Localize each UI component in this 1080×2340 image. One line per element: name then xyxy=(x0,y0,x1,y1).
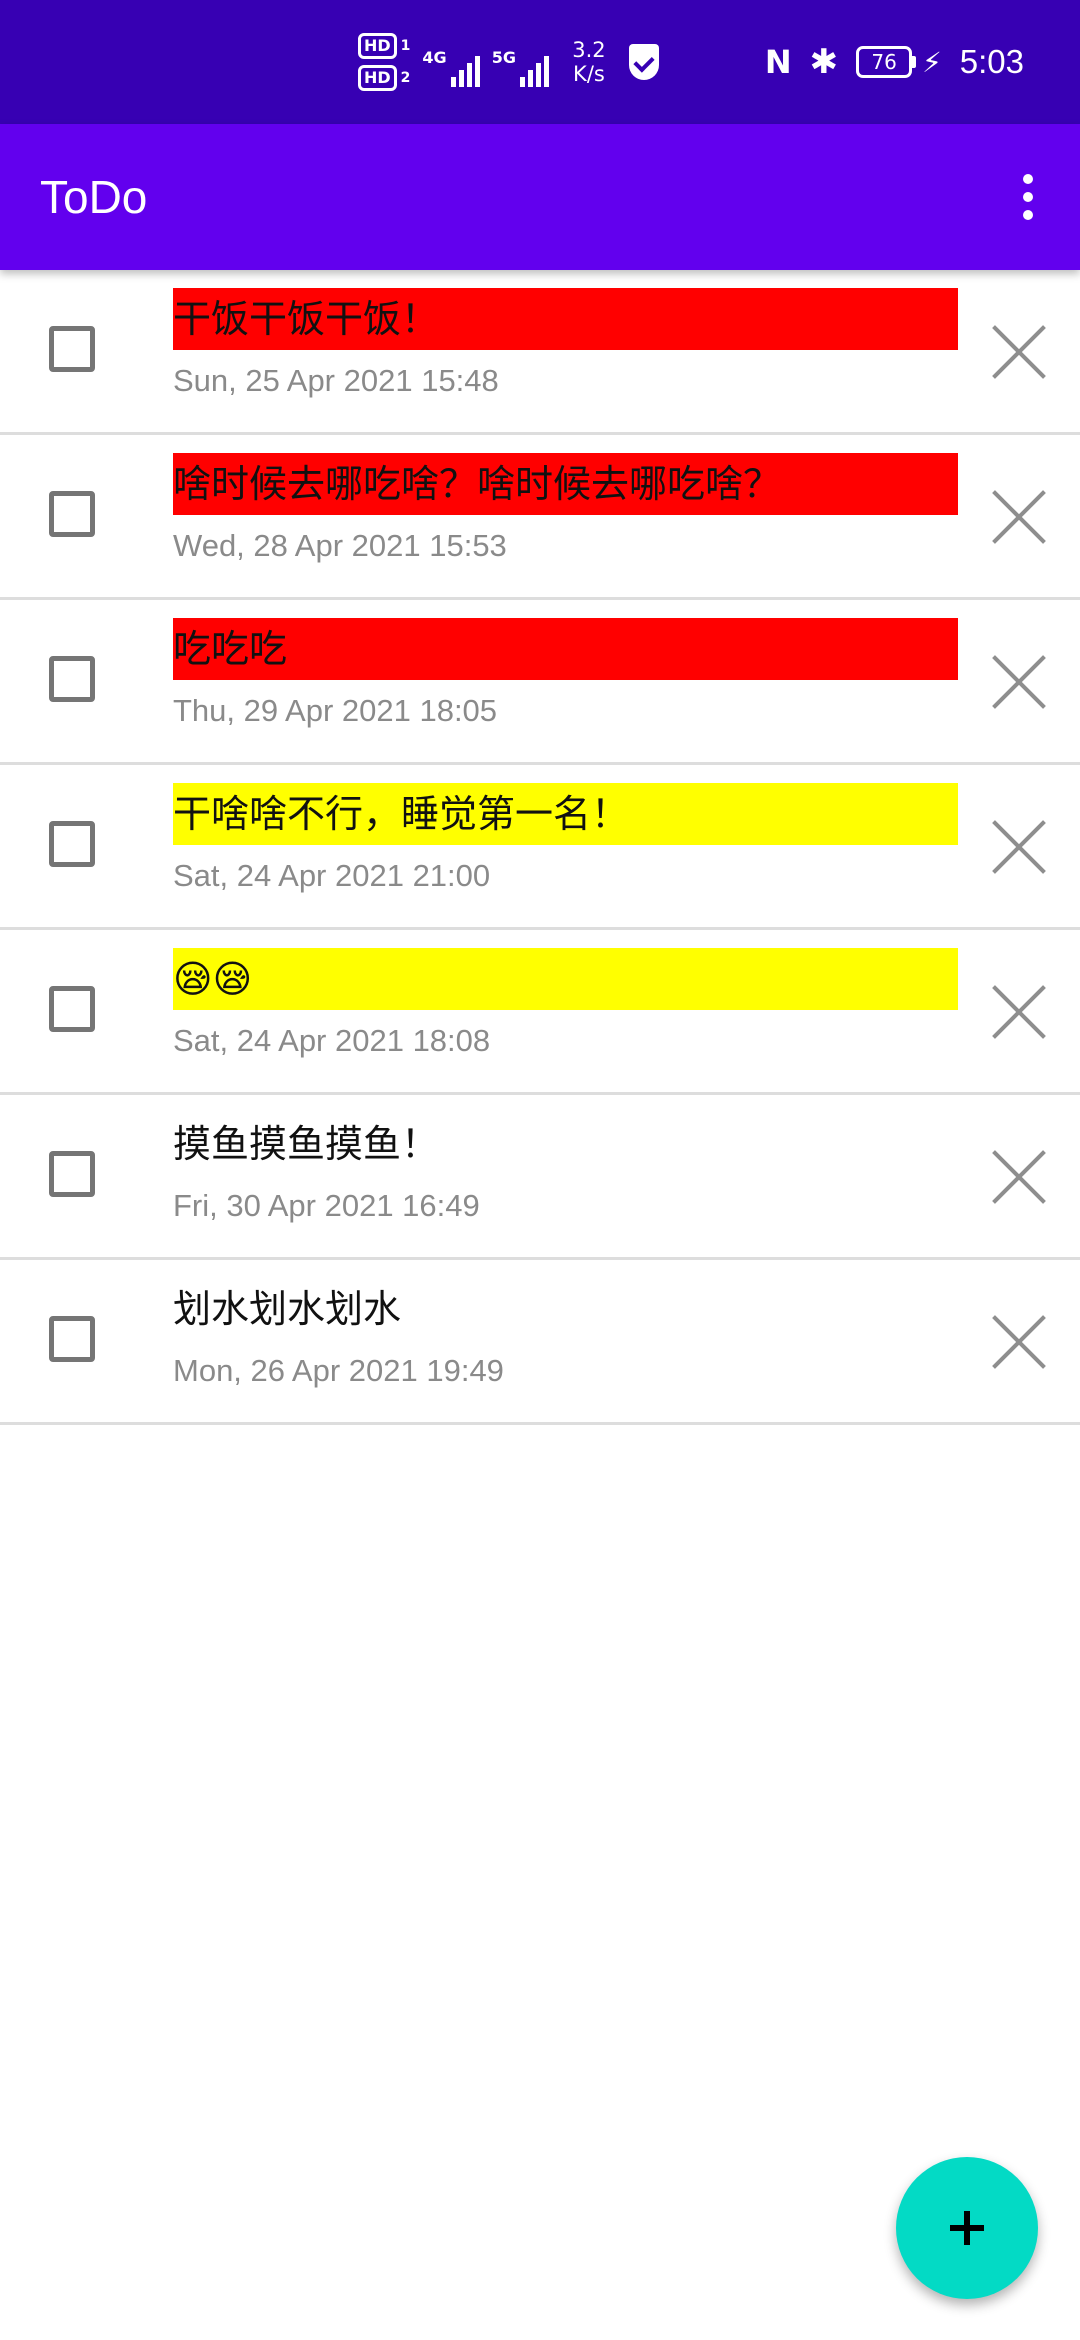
todo-item[interactable]: 😪😪 Sat, 24 Apr 2021 18:08 xyxy=(0,930,1080,1095)
todo-text: 干饭干饭干饭！ xyxy=(173,288,958,350)
more-vert-icon[interactable] xyxy=(998,167,1058,227)
status-right-group: N ✱ 76 ⚡ 5:03 xyxy=(765,0,1024,124)
speed-value: 3.2 xyxy=(572,38,606,62)
close-icon[interactable] xyxy=(989,487,1049,547)
signal-bars-2 xyxy=(519,53,549,87)
close-icon[interactable] xyxy=(989,817,1049,877)
todo-checkbox[interactable] xyxy=(49,656,95,702)
signal-icon-sim1: 4G xyxy=(422,37,480,87)
todo-content: 划水划水划水 Mon, 26 Apr 2021 19:49 xyxy=(173,1278,958,1390)
todo-checkbox[interactable] xyxy=(49,821,95,867)
app-bar: ToDo xyxy=(0,124,1080,270)
signal-icon-sim2: 5G xyxy=(492,37,549,87)
close-icon[interactable] xyxy=(989,1312,1049,1372)
todo-checkbox[interactable] xyxy=(49,326,95,372)
todo-text: 吃吃吃 xyxy=(173,618,958,680)
todo-item[interactable]: 摸鱼摸鱼摸鱼！ Fri, 30 Apr 2021 16:49 xyxy=(0,1095,1080,1260)
todo-date: Fri, 30 Apr 2021 16:49 xyxy=(173,1188,480,1223)
close-icon[interactable] xyxy=(989,322,1049,382)
signal-bars-1 xyxy=(450,53,480,87)
status-left-group: HD 1 HD 2 4G 5G 3.2 K/s xyxy=(358,0,659,124)
todo-checkbox[interactable] xyxy=(49,1151,95,1197)
add-todo-button[interactable] xyxy=(896,2157,1038,2299)
todo-list: 干饭干饭干饭！ Sun, 25 Apr 2021 15:48 啥时候去哪吃啥？啥… xyxy=(0,270,1080,1425)
todo-checkbox[interactable] xyxy=(49,491,95,537)
app-title: ToDo xyxy=(40,171,148,223)
todo-date: Thu, 29 Apr 2021 18:05 xyxy=(173,693,498,728)
bluetooth-icon: ✱ xyxy=(809,42,839,82)
network-type-2: 5G xyxy=(491,48,516,67)
network-speed: 3.2 K/s xyxy=(561,38,617,86)
charging-icon: ⚡ xyxy=(922,45,942,79)
battery-icon: 76 ⚡ xyxy=(856,46,942,79)
hd-badge-2: HD xyxy=(358,65,397,91)
todo-date: Sat, 24 Apr 2021 21:00 xyxy=(173,858,491,893)
status-bar: HD 1 HD 2 4G 5G 3.2 K/s N ✱ 76 ⚡ 5:03 xyxy=(0,0,1080,124)
hd-sub-2: 2 xyxy=(400,70,411,86)
hd-badge-1: HD xyxy=(358,33,397,59)
todo-content: 干饭干饭干饭！ Sun, 25 Apr 2021 15:48 xyxy=(173,288,958,400)
todo-text: 划水划水划水 xyxy=(173,1278,958,1340)
todo-item[interactable]: 干啥啥不行，睡觉第一名！ Sat, 24 Apr 2021 21:00 xyxy=(0,765,1080,930)
todo-item[interactable]: 啥时候去哪吃啥？啥时候去哪吃啥？ Wed, 28 Apr 2021 15:53 xyxy=(0,435,1080,600)
todo-item[interactable]: 吃吃吃 Thu, 29 Apr 2021 18:05 xyxy=(0,600,1080,765)
todo-text: 摸鱼摸鱼摸鱼！ xyxy=(173,1113,958,1175)
close-icon[interactable] xyxy=(989,652,1049,712)
todo-content: 摸鱼摸鱼摸鱼！ Fri, 30 Apr 2021 16:49 xyxy=(173,1113,958,1225)
todo-checkbox[interactable] xyxy=(49,1316,95,1362)
todo-text: 😪😪 xyxy=(173,948,958,1010)
todo-content: 😪😪 Sat, 24 Apr 2021 18:08 xyxy=(173,948,958,1060)
todo-date: Sat, 24 Apr 2021 18:08 xyxy=(173,1023,491,1058)
close-icon[interactable] xyxy=(989,1147,1049,1207)
hd-icon: HD 1 HD 2 xyxy=(358,33,410,91)
todo-date: Wed, 28 Apr 2021 15:53 xyxy=(173,528,507,563)
todo-content: 啥时候去哪吃啥？啥时候去哪吃啥？ Wed, 28 Apr 2021 15:53 xyxy=(173,453,958,565)
network-type-1: 4G xyxy=(422,48,447,67)
close-icon[interactable] xyxy=(989,982,1049,1042)
todo-text: 干啥啥不行，睡觉第一名！ xyxy=(173,783,958,845)
todo-item[interactable]: 干饭干饭干饭！ Sun, 25 Apr 2021 15:48 xyxy=(0,270,1080,435)
todo-text: 啥时候去哪吃啥？啥时候去哪吃啥？ xyxy=(173,453,958,515)
todo-date: Sun, 25 Apr 2021 15:48 xyxy=(173,363,499,398)
todo-item[interactable]: 划水划水划水 Mon, 26 Apr 2021 19:49 xyxy=(0,1260,1080,1425)
shield-check-icon xyxy=(628,44,659,80)
todo-content: 干啥啥不行，睡觉第一名！ Sat, 24 Apr 2021 21:00 xyxy=(173,783,958,895)
status-time: 5:03 xyxy=(959,43,1024,80)
todo-checkbox[interactable] xyxy=(49,986,95,1032)
todo-date: Mon, 26 Apr 2021 19:49 xyxy=(173,1353,504,1388)
hd-sub-1: 1 xyxy=(400,38,411,54)
battery-level: 76 xyxy=(856,46,913,78)
speed-unit: K/s xyxy=(573,62,605,86)
nfc-icon: N xyxy=(764,43,792,81)
todo-content: 吃吃吃 Thu, 29 Apr 2021 18:05 xyxy=(173,618,958,730)
